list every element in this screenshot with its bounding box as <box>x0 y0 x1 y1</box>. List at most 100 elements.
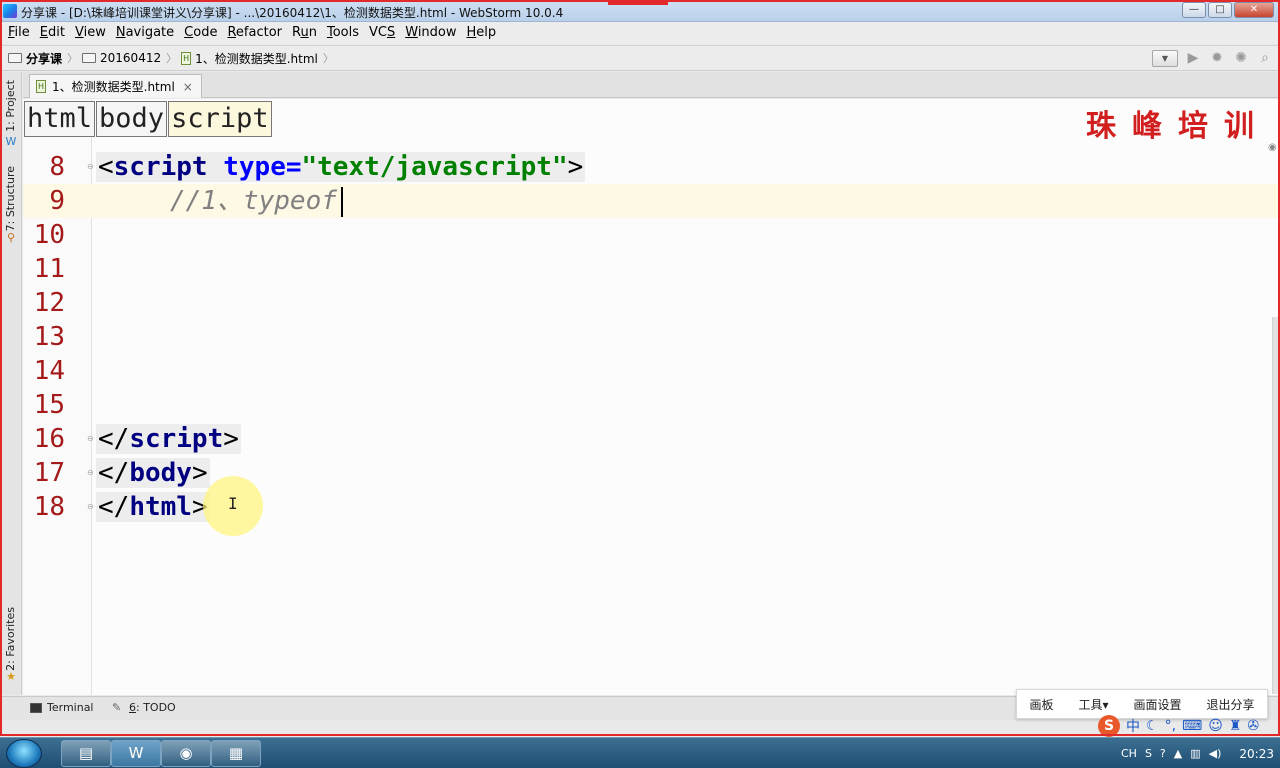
line-number: 10 <box>33 220 65 250</box>
menu-bar: File Edit View Navigate Code Refactor Ru… <box>0 22 1280 44</box>
nav-crumb-file[interactable]: H 1、检测数据类型.html 〉 <box>181 50 334 67</box>
help-icon[interactable]: ? <box>1160 747 1166 760</box>
line-number: 12 <box>33 288 65 318</box>
nav-toolbar: ▼ ▶ ✹ ✺ ⌕ <box>1152 49 1274 67</box>
line-number: 18 <box>33 492 65 522</box>
system-tray: CH S ? ▲ ▥ ◀) 20:23 <box>1121 738 1274 768</box>
terminal-tool-tab[interactable]: Terminal <box>30 701 94 714</box>
tag-crumb-html[interactable]: html <box>24 101 96 137</box>
minimize-button[interactable]: — <box>1182 2 1206 18</box>
start-button[interactable] <box>6 739 42 768</box>
moon-icon[interactable]: ☾ <box>1146 718 1159 734</box>
code-line: 16 ⊖ </script> <box>23 422 1280 456</box>
menu-navigate[interactable]: Navigate <box>111 22 179 44</box>
code-line: 12 <box>23 286 1280 320</box>
webstorm-icon[interactable]: W <box>111 740 161 767</box>
menu-edit[interactable]: Edit <box>35 22 70 44</box>
fold-marker-icon[interactable]: ⊖ <box>87 502 96 512</box>
window-controls: — □ ✕ <box>1182 2 1274 18</box>
ime-mode-toggle[interactable]: 中 <box>1126 716 1140 736</box>
code-line: 8 ⊖ <script type="text/javascript"> <box>23 150 1280 184</box>
menu-help[interactable]: Help <box>462 22 502 44</box>
code-text: <script type="text/javascript"> <box>96 152 586 182</box>
explorer-icon[interactable]: ▤ <box>61 740 111 767</box>
taskbar: ▤ W ◉ ▦ CH S ? ▲ ▥ ◀) 20:23 <box>0 737 1280 768</box>
folder-icon <box>82 53 97 63</box>
menu-vcs[interactable]: VCS <box>364 22 400 44</box>
vertical-scrollbar[interactable] <box>1272 317 1280 694</box>
clock[interactable]: 20:23 <box>1239 747 1274 761</box>
line-number: 14 <box>33 356 65 386</box>
user-icon[interactable]: ☺ <box>1208 718 1223 734</box>
network-icon[interactable]: ▥ <box>1190 747 1200 760</box>
show-hidden-icons[interactable]: ▲ <box>1174 747 1182 760</box>
language-indicator[interactable]: CH <box>1121 747 1137 760</box>
fold-marker-icon[interactable]: ⊖ <box>87 434 96 444</box>
sogou-logo-icon[interactable]: S <box>1098 715 1120 737</box>
nav-crumb-project[interactable]: 分享课〉 <box>8 50 78 67</box>
coverage-icon[interactable]: ✺ <box>1232 49 1250 67</box>
folder-icon <box>8 53 22 63</box>
todo-tool-tab[interactable]: ✎ 6: TODO <box>112 701 176 714</box>
chevron-right-icon: 〉 <box>322 52 334 65</box>
menu-file[interactable]: File <box>3 22 35 44</box>
nav-crumb-folder[interactable]: 20160412 〉 <box>82 50 177 66</box>
menu-window[interactable]: Window <box>400 22 461 44</box>
keyboard-icon[interactable]: ⌨ <box>1182 718 1202 734</box>
code-line: 13 <box>23 320 1280 354</box>
chrome-icon[interactable]: ◉ <box>161 740 211 767</box>
sogou-tray-icon[interactable]: S <box>1145 747 1152 760</box>
shirt-icon[interactable]: ♜ <box>1229 718 1242 734</box>
fold-marker-icon[interactable]: ⊖ <box>87 468 96 478</box>
close-tab-icon[interactable]: × <box>183 80 193 94</box>
exit-share-button[interactable]: 退出分享 <box>1206 696 1254 713</box>
menu-code[interactable]: Code <box>179 22 222 44</box>
code-line: 15 <box>23 388 1280 422</box>
punctuation-icon[interactable]: °, <box>1165 718 1176 734</box>
tag-breadcrumbs: html body script <box>24 101 273 139</box>
editor-tab-label: 1、检测数据类型.html <box>52 80 175 94</box>
screen-settings-button[interactable]: 画面设置 <box>1133 696 1181 713</box>
navigation-bar: 分享课〉 20160412 〉 H 1、检测数据类型.html 〉 ▼ ▶ ✹ ✺ … <box>0 45 1280 71</box>
editor-tab-file[interactable]: H 1、检测数据类型.html × <box>29 74 202 98</box>
structure-tool-tab[interactable]: 7: Structure <box>2 166 20 231</box>
board-button[interactable]: 画板 <box>1029 696 1053 713</box>
favorites-tool-tab[interactable]: 2: Favorites <box>2 607 20 671</box>
line-number: 8 <box>49 152 65 182</box>
run-config-dropdown[interactable]: ▼ <box>1152 49 1178 67</box>
run-icon[interactable]: ▶ <box>1184 49 1202 67</box>
fold-marker-icon[interactable]: ⊖ <box>87 162 96 172</box>
menu-tools[interactable]: Tools <box>322 22 364 44</box>
files-icon[interactable]: ▦ <box>211 740 261 767</box>
tools-button[interactable]: 工具▾ <box>1078 696 1108 713</box>
menu-run[interactable]: Run <box>287 22 322 44</box>
code-line: 11 <box>23 252 1280 286</box>
code-editor[interactable]: html body script 珠峰培训 ◉ 8 ⊖ <script type… <box>23 99 1280 695</box>
ibeam-cursor-icon: I <box>228 494 238 513</box>
search-icon[interactable]: ⌕ <box>1256 49 1274 67</box>
dropdown-arrow-icon: ▾ <box>1102 697 1109 712</box>
tag-crumb-body[interactable]: body <box>96 101 168 137</box>
code-text: //1、typeof <box>170 184 343 218</box>
project-tool-tab[interactable]: 1: Project <box>2 80 20 132</box>
volume-icon[interactable]: ◀) <box>1209 747 1222 760</box>
menu-view[interactable]: View <box>70 22 111 44</box>
structure-icon: ⚲ <box>6 231 16 244</box>
ime-toolbar: S 中 ☾ °, ⌨ ☺ ♜ ✇ <box>1094 713 1280 739</box>
maximize-button[interactable]: □ <box>1208 2 1232 18</box>
debug-icon[interactable]: ✹ <box>1208 49 1226 67</box>
close-button[interactable]: ✕ <box>1234 2 1274 18</box>
code-line: 10 <box>23 218 1280 252</box>
code-text: </script> <box>96 424 241 454</box>
chevron-right-icon: 〉 <box>67 52 79 65</box>
webstorm-icon: W <box>5 135 17 148</box>
menu-refactor[interactable]: Refactor <box>222 22 287 44</box>
wrench-icon[interactable]: ✇ <box>1247 718 1259 734</box>
webstorm-app-icon <box>3 4 17 18</box>
line-number: 15 <box>33 390 65 420</box>
chevron-right-icon: 〉 <box>166 52 178 65</box>
tag-crumb-script[interactable]: script <box>168 101 272 137</box>
window-title: 分享课 - [D:\珠峰培训课堂讲义\分享课] - ...\20160412\1… <box>21 6 564 20</box>
code-line: 14 <box>23 354 1280 388</box>
line-number: 16 <box>33 424 65 454</box>
